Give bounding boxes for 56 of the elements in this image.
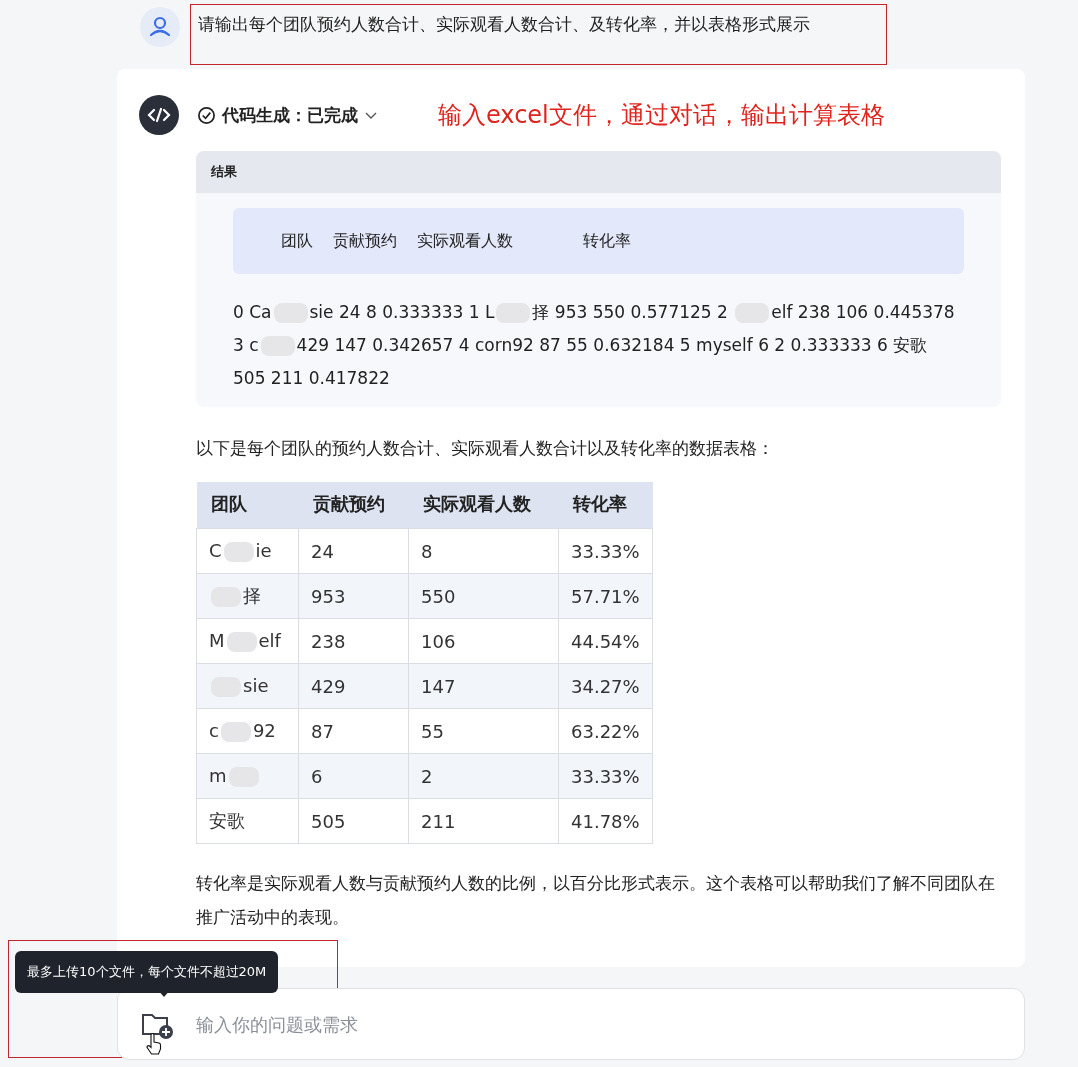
input-field[interactable]: 输入你的问题或需求 [117,988,1025,1060]
table-cell: 211 [408,798,559,844]
table-cell: 429 [298,663,409,709]
team-name: 择 [243,585,261,606]
column-header: 贡献预约 [298,482,409,529]
result-text: 0 Ca sie 24 8 0.333333 1 L 择 953 550 0.577125 2 elf 238 106 0.445378 3 c 429 147 0.342657 4 corn92 87 55 0.632184 5 myself 6 2 0.333333 6 安歌 505 211 0.417822 [233,301,956,390]
text-input[interactable]: 输入你的问题或需求 [194,1012,1024,1036]
user-message: 请输出每个团队预约人数合计、实际观看人数合计、及转化率，并以表格形式展示 [190,4,887,65]
team-name: C [209,540,222,561]
column-header: 转化率 [558,482,653,529]
table-cell: 55 [408,708,559,754]
redaction-smudge [226,632,257,652]
conclusion-text: 转化率是实际观看人数与贡献预约人数的比例，以百分比形式表示。这个表格可以帮助我们了解不同团队在推广活动中的表现。 [196,872,996,929]
table-cell: 24 [298,528,409,574]
column-label: 实际观看人数 [417,230,513,252]
team-name: M [209,630,225,651]
team-name: ie [255,540,272,561]
table-cell: 953 [298,573,409,619]
chevron-down-icon[interactable] [364,110,378,120]
table-cell: 550 [408,573,559,619]
table-cell: 41.78% [558,798,653,844]
team-name: m [209,765,227,786]
table-cell: 2 [408,753,559,799]
table-cell: 505 [298,798,409,844]
status-label[interactable]: 代码生成：已完成 [222,103,358,127]
column-header: 团队 [196,482,299,529]
table-cell: 6 [298,753,409,799]
column-label: 转化率 [583,230,631,252]
table-cell: 57.71% [558,573,653,619]
table-cell: 8 [408,528,559,574]
tooltip: 最多上传10个文件，每个文件不超过20M [15,951,279,993]
column-label: 团队 [281,230,313,252]
code-icon [139,95,179,135]
team-name: 安歌 [209,810,245,831]
result-title: 结果 [211,164,237,179]
team-name: c [209,720,219,741]
table-cell: 44.54% [558,618,653,664]
table-cell: 63.22% [558,708,653,754]
table-cell: 34.27% [558,663,653,709]
table-cell: 106 [408,618,559,664]
table-cell: 33.33% [558,528,653,574]
table-cell: 238 [298,618,409,664]
redaction-smudge [220,722,251,742]
column-header: 实际观看人数 [408,482,559,529]
table-cell: 87 [298,708,409,754]
team-name: 92 [252,720,276,741]
table-cell: 33.33% [558,753,653,799]
redaction-smudge [223,542,254,562]
table-cell: 147 [408,663,559,709]
hand-cursor-icon [146,1033,162,1055]
annotation-text: 输入excel文件，通过对话，输出计算表格 [438,100,885,131]
column-label: 贡献预约 [333,230,397,252]
team-name: elf [258,630,281,651]
team-name: sie [243,675,269,696]
intro-text: 以下是每个团队的预约人数合计、实际观看人数合计以及转化率的数据表格： [196,437,775,460]
user-avatar-icon [140,7,180,47]
